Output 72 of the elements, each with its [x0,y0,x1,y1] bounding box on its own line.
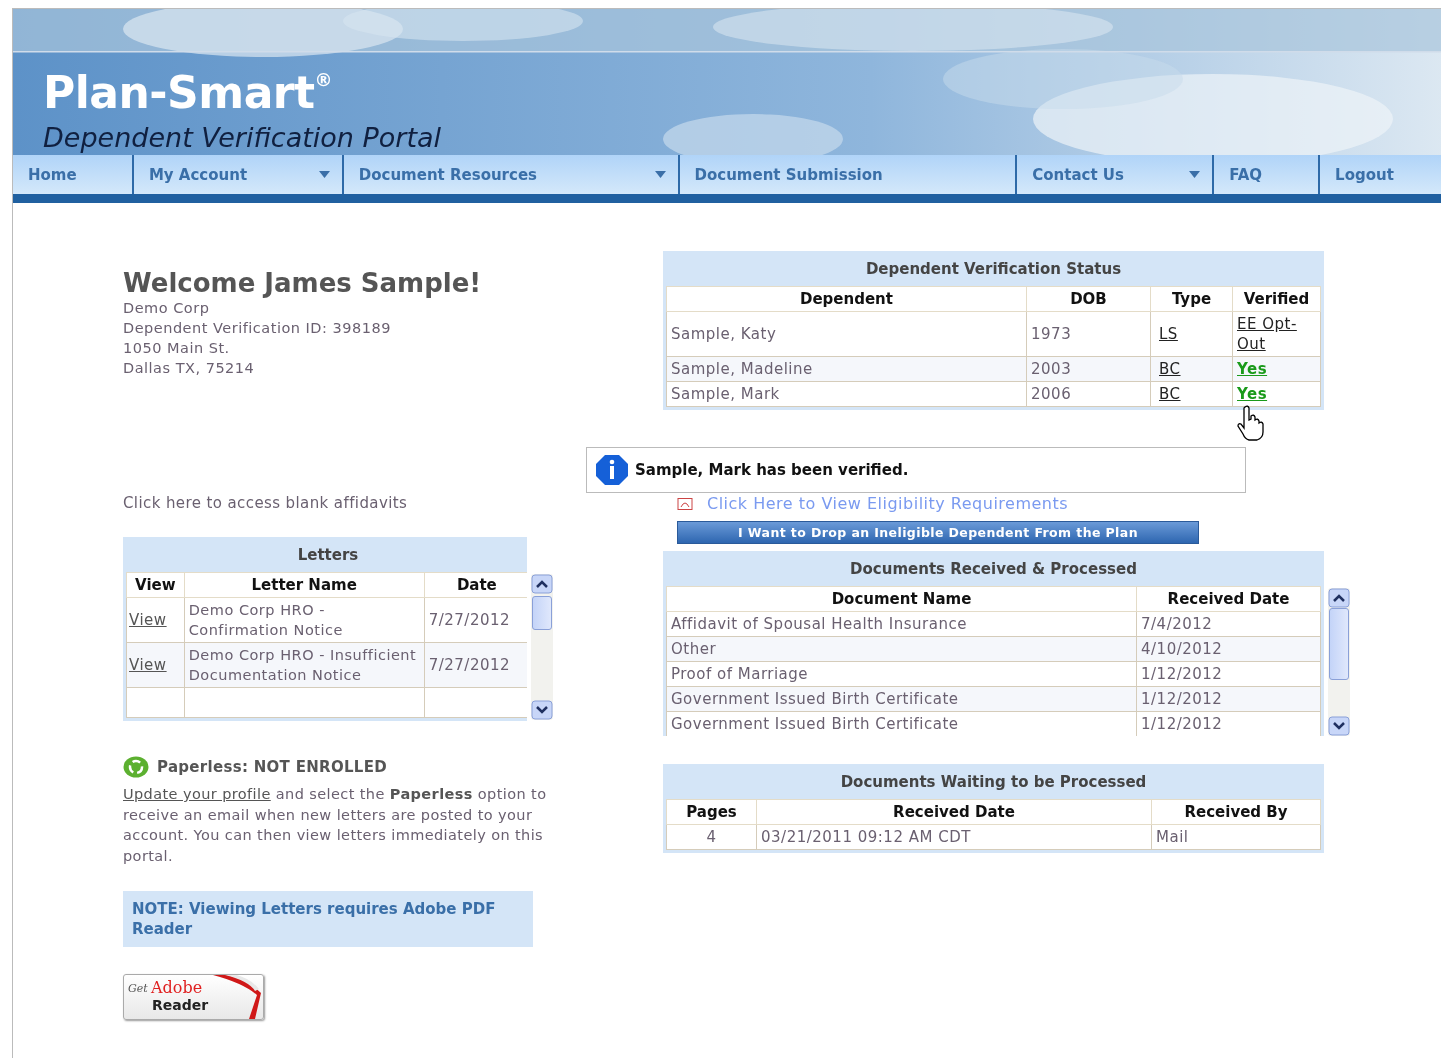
brand-logo: Plan-Smart$^{®}$ [43,66,334,118]
table-title: Dependent Verification Status [864,259,1123,280]
table-cell: Government Issued Birth Certificate [666,686,1137,712]
type-link[interactable]: BC [1159,385,1181,403]
table-cell: Mail [1151,824,1321,850]
column-header: Received Date [756,799,1152,825]
column-header: DOB [1026,286,1151,312]
column-header: Document Name [666,586,1137,612]
toast-message: Sample, Mark has been verified. [635,461,909,479]
column-header: Date [424,572,527,598]
pdf-icon [677,497,693,510]
column-header: Letter Name [184,572,425,598]
paperless-status: Paperless: NOT ENROLLED [157,758,387,776]
eligibility-link[interactable]: Click Here to View Eligibility Requirements [707,494,1069,513]
table-title: Documents Received & Processed [849,559,1138,580]
portal-subtitle: Dependent Verification Portal [43,122,443,153]
scrollbar[interactable] [1328,588,1350,736]
account-info-line: 1050 Main St. [123,339,231,358]
table-cell: 2003 [1026,356,1151,382]
column-header: View [126,572,185,598]
table-cell: Affidavit of Spousal Health Insurance [666,611,1137,637]
affidavits-link[interactable]: Click here to access blank affidavits [123,494,553,512]
account-info-line: Dependent Verification ID: 398189 [123,319,392,338]
get-adobe-reader-badge[interactable]: Get Adobe Reader [123,974,264,1020]
scroll-thumb[interactable] [1329,608,1349,680]
table-cell: 7/27/2012 [424,642,527,688]
nav-menu-item[interactable]: Document Resources [343,155,680,194]
nav-menu-item[interactable]: Logout [1320,155,1441,194]
nav-menu-item[interactable]: FAQ [1214,155,1321,194]
scrollbar[interactable] [531,574,553,720]
column-header: Type [1150,286,1233,312]
info-icon [595,454,629,486]
nav-menu-item[interactable]: Contact Us [1017,155,1215,194]
scroll-thumb[interactable] [532,596,552,630]
table-cell: 4 [666,824,757,850]
paperless-description: Update your profile and select the Paperless option to receive an email when new letters are posted to your account. You can then view letters immediately on this portal. [123,785,548,866]
table-cell: 4/10/2012 [1136,636,1321,662]
table-cell: Sample, Madeline [666,356,1027,382]
table-cell: 7/4/2012 [1136,611,1321,637]
table-cell: Government Issued Birth Certificate [666,711,1137,736]
table-cell: Demo Corp HRO - Insufficient Documentation Notice [184,642,425,688]
table-cell: 03/21/2011 09:12 AM CDT [756,824,1152,850]
nav-menu-item[interactable]: My Account [133,155,344,194]
column-header: Received By [1151,799,1321,825]
table-title: Documents Waiting to be Processed [839,772,1148,793]
account-info-line: Demo Corp [123,299,211,318]
table-cell: Demo Corp HRO - Confirmation Notice [184,597,425,643]
table-cell: Other [666,636,1137,662]
update-profile-link[interactable]: Update your profile [123,786,271,802]
table-title: Letters [296,545,360,566]
column-header: Received Date [1136,586,1321,612]
table-cell: Sample, Katy [666,311,1027,357]
column-header: Pages [666,799,757,825]
table-cell: 1/12/2012 [1136,686,1321,712]
table-cell: 1973 [1026,311,1151,357]
type-link[interactable]: BC [1159,360,1181,378]
table-cell: 7/27/2012 [424,597,527,643]
recycle-icon [123,756,149,778]
drop-dependent-button[interactable]: I Want to Drop an Ineligible Dependent From the Plan [677,521,1199,544]
adobe-note: NOTE: Viewing Letters requires Adobe PDF Reader [123,891,533,947]
table-cell: 2006 [1026,381,1151,407]
type-link[interactable]: LS [1159,325,1178,343]
column-header: Dependent [666,286,1027,312]
nav-menu-item[interactable]: Home [13,155,134,194]
nav-menu-item[interactable]: Document Submission [679,155,1018,194]
table-cell: 1/12/2012 [1136,711,1321,736]
table-cell: Sample, Mark [666,381,1027,407]
table-cell: Proof of Marriage [666,661,1137,687]
account-info-line: Dallas TX, 75214 [123,359,256,378]
welcome-heading: Welcome James Sample! [123,268,483,298]
column-header: Verified [1232,286,1321,312]
table-cell: 1/12/2012 [1136,661,1321,687]
